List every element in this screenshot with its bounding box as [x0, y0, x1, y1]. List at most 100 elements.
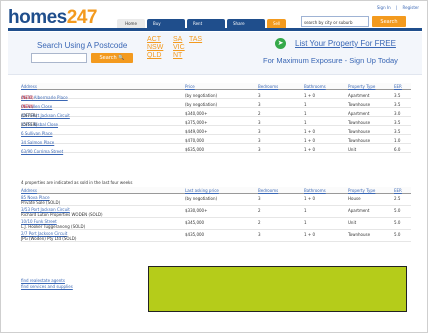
listing-price: (by negotiation): [185, 92, 218, 98]
listing-price: $340,000+: [185, 110, 208, 116]
col-header-bedrooms[interactable]: Bedrooms: [258, 188, 278, 193]
col-header-address[interactable]: Address: [21, 188, 37, 193]
listing-bedrooms: 3: [258, 128, 261, 134]
sold-bedrooms: 3: [258, 232, 261, 237]
sold-property-type: Townhouse: [348, 232, 371, 237]
sold-property-type: House: [348, 196, 361, 201]
listing-bathrooms: 1 + 0: [304, 128, 315, 134]
state-link-sa[interactable]: SA: [173, 36, 182, 43]
state-link-nsw[interactable]: NSW: [147, 44, 163, 51]
listing-price: $449,000+: [185, 128, 208, 134]
col-header-bathrooms[interactable]: Bathrooms: [304, 188, 326, 193]
find-services-link[interactable]: find services and supplies: [21, 284, 73, 289]
listing-eer: 3.5: [394, 128, 401, 134]
listing-eer: 3.0: [394, 110, 401, 116]
list-property-link[interactable]: List Your Property For FREE: [295, 39, 396, 48]
arrow-right-icon: ➤: [275, 38, 286, 49]
state-link-vic[interactable]: VIC: [173, 44, 185, 51]
find-agents-link[interactable]: find realestate agents: [21, 278, 73, 283]
nav-tab-buy[interactable]: Buy: [147, 19, 185, 28]
listing-address-link[interactable]: 63/90 Corrima Street: [21, 149, 63, 154]
listing-property-type: Townhouse: [348, 119, 371, 125]
sold-property-type: Apartment: [348, 208, 370, 213]
table-row: 34 Salmon Place $470,000 3 1 + 0 Townhouse 1.…: [21, 135, 411, 145]
state-link-tas[interactable]: TAS: [189, 36, 202, 43]
listing-bathrooms: 1 + 0: [304, 92, 315, 98]
sold-price: $330,000+: [185, 208, 208, 213]
logo-number: 247: [66, 7, 98, 28]
promo-tagline: For Maximum Exposure - Sign Up Today: [263, 56, 398, 65]
top-links: Sign In | Register: [376, 5, 419, 10]
col-header-eer[interactable]: EER: [394, 84, 402, 89]
city-search-input[interactable]: search by city or suburb: [301, 16, 369, 27]
table-row: 15/51 Bisbal Close (OFFER) $375,000+ 3 1 Tow…: [21, 117, 411, 127]
postcode-search-button[interactable]: Search 🔍: [91, 53, 133, 63]
nav-tab-share[interactable]: Share: [227, 19, 265, 28]
main-nav: Home Buy Rent Share Sell: [117, 19, 286, 28]
footer-links: find realestate agents find services and…: [21, 278, 73, 290]
nav-tab-home[interactable]: Home: [117, 19, 145, 28]
sold-eer: 2.5: [394, 196, 401, 201]
table-row: 4/67 Port Jackson Circuit (OFFER) $340,00…: [21, 108, 411, 118]
listing-property-type: Unit: [348, 146, 357, 152]
table-row: 46/32 Albermarle Place (NEW) (by negotiat…: [21, 90, 411, 100]
col-header-address[interactable]: Address: [21, 84, 37, 89]
sold-bedrooms: 3: [258, 196, 261, 201]
listing-price: $635,000: [185, 146, 205, 152]
postcode-title: Search Using A Postcode: [37, 41, 128, 50]
sold-bathrooms: 1 + 0: [304, 232, 315, 237]
listing-property-type: Apartment: [348, 110, 370, 116]
listing-price: $470,000: [185, 137, 205, 143]
col-header-eer[interactable]: EER: [394, 188, 402, 193]
site-logo[interactable]: homes247: [8, 7, 97, 29]
listing-bathrooms: 1: [304, 110, 307, 116]
col-header-property-type[interactable]: Property Type: [348, 84, 375, 89]
listing-eer: 1.0: [394, 137, 401, 143]
table-row: 10/10 Funk Street L.J. Hooker Tuggeranong…: [21, 218, 411, 230]
sold-header-row: Address Last asking price Bedrooms Bathr…: [21, 187, 411, 194]
sold-eer: 5.0: [394, 232, 401, 237]
col-header-property-type[interactable]: Property Type: [348, 188, 375, 193]
listings-header-row: Address Price Bedrooms Bathrooms Propert…: [21, 83, 411, 90]
table-row: 6 Sullivan Place $449,000+ 3 1 + 0 Townhouse…: [21, 126, 411, 136]
table-row: 3/53 Port Jackson Circuit Richard Luton P…: [21, 206, 411, 218]
listing-price: (by negotiation): [185, 101, 218, 107]
sold-property-type: Unit: [348, 220, 357, 225]
table-row: 85 Nova Place Private Sale (SOLD) (by nego…: [21, 194, 411, 206]
postcode-input[interactable]: [31, 53, 87, 63]
sold-note: 4 properties are indicated as sold in th…: [21, 180, 133, 185]
state-link-act[interactable]: ACT: [147, 36, 161, 43]
sold-bathrooms: 1 + 0: [304, 196, 315, 201]
listing-eer: 3.5: [394, 101, 401, 107]
logo-text: homes: [8, 7, 67, 28]
state-link-qld[interactable]: QLD: [147, 52, 161, 59]
sign-in-link[interactable]: Sign In: [377, 5, 391, 10]
state-link-nt[interactable]: NT: [173, 52, 182, 59]
sold-eer: 5.0: [394, 220, 401, 225]
listing-bedrooms: 2: [258, 110, 261, 116]
nav-tab-rent[interactable]: Rent: [187, 19, 225, 28]
col-header-bathrooms[interactable]: Bathrooms: [304, 84, 326, 89]
listing-bedrooms: 3: [258, 137, 261, 143]
sold-table: Address Last asking price Bedrooms Bathr…: [21, 187, 411, 242]
listing-bathrooms: 1: [304, 101, 307, 107]
sold-price: (by negotiation): [185, 196, 218, 201]
advertisement-box[interactable]: [148, 266, 407, 312]
register-link[interactable]: Register: [403, 5, 419, 10]
listing-bedrooms: 3: [258, 119, 261, 125]
table-row: 2/7 Port Jackson Circuit JPG (Woden) Pty …: [21, 230, 411, 242]
nav-tab-sell[interactable]: Sell: [267, 19, 286, 28]
sold-bedrooms: 2: [258, 220, 261, 225]
sold-bedrooms: 2: [258, 208, 261, 213]
sold-agent-text: Richard Luton Properties WODEN (SOLD): [21, 212, 103, 217]
listing-property-type: Apartment: [348, 92, 370, 98]
listing-bathrooms: 1 + 0: [304, 146, 315, 152]
col-header-last-asking-price[interactable]: Last asking price: [185, 188, 219, 193]
col-header-bedrooms[interactable]: Bedrooms: [258, 84, 278, 89]
listing-eer: 3.5: [394, 119, 401, 125]
city-search-button[interactable]: Search: [372, 16, 406, 27]
sold-bathrooms: 1: [304, 208, 307, 213]
col-header-price[interactable]: Price: [185, 84, 195, 89]
sold-price: $345,000: [185, 220, 205, 225]
sold-agent-text: JPG (Woden) Pty Ltd (SOLD): [21, 236, 77, 241]
